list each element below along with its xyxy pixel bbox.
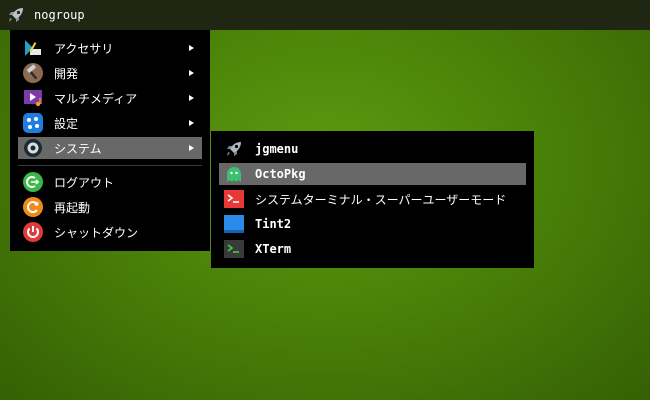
menu-item-development[interactable]: 開発: [18, 62, 202, 84]
menu-item-accessories[interactable]: アクセサリ: [18, 37, 202, 59]
menu-item-label: マルチメディア: [54, 91, 138, 106]
submenu-item-xterm[interactable]: XTerm: [219, 238, 526, 260]
system-submenu: jgmenu OctoPkg システムターミナル・スーパーユーザーモード Tin…: [211, 131, 534, 268]
development-hammer-icon: [23, 63, 43, 83]
system-gear-icon: [24, 139, 42, 157]
logout-icon: [23, 172, 43, 192]
menu-item-logout[interactable]: ログアウト: [18, 171, 202, 193]
submenu-item-root-terminal[interactable]: システムターミナル・スーパーユーザーモード: [219, 188, 526, 210]
rocket-icon[interactable]: [6, 5, 26, 25]
menu-item-multimedia[interactable]: マルチメディア: [18, 87, 202, 109]
submenu-arrow-icon: [189, 70, 194, 76]
submenu-arrow-icon: [189, 145, 194, 151]
rocket-icon: [227, 142, 241, 156]
menu-item-label: 再起動: [54, 200, 91, 215]
settings-icon: [23, 113, 43, 133]
power-icon: [23, 222, 43, 242]
submenu-item-jgmenu[interactable]: jgmenu: [219, 138, 526, 160]
submenu-item-label: XTerm: [255, 242, 292, 256]
menu-separator: [18, 165, 202, 166]
menu-item-label: アクセサリ: [54, 41, 114, 56]
restart-icon: [23, 197, 43, 217]
menu-item-shutdown[interactable]: シャットダウン: [18, 221, 202, 243]
xterm-icon: [224, 240, 244, 258]
submenu-item-octopkg[interactable]: OctoPkg: [219, 163, 526, 185]
taskbar: nogroup: [0, 0, 650, 30]
menu-item-label: 設定: [54, 116, 79, 131]
submenu-item-label: Tint2: [255, 217, 292, 231]
submenu-item-label: OctoPkg: [255, 167, 306, 181]
root-terminal-icon: [224, 190, 244, 208]
menu-item-settings[interactable]: 設定: [18, 112, 202, 134]
menu-item-label: シャットダウン: [54, 225, 139, 240]
submenu-arrow-icon: [189, 120, 194, 126]
tint2-panel-icon: [224, 215, 244, 233]
taskbar-title: nogroup: [34, 8, 85, 22]
multimedia-icon: [24, 90, 42, 107]
submenu-arrow-icon: [189, 45, 194, 51]
accessories-icon: [25, 40, 41, 56]
main-menu: アクセサリ 開発 マルチメディア 設定 システム ログアウト 再起動 シャットダ…: [10, 30, 210, 251]
menu-item-system[interactable]: システム: [18, 137, 202, 159]
submenu-arrow-icon: [189, 95, 194, 101]
octopkg-icon: [227, 167, 241, 182]
submenu-item-tint2[interactable]: Tint2: [219, 213, 526, 235]
menu-item-label: 開発: [54, 66, 79, 81]
menu-item-label: システム: [54, 141, 102, 156]
menu-item-restart[interactable]: 再起動: [18, 196, 202, 218]
submenu-item-label: システムターミナル・スーパーユーザーモード: [255, 192, 507, 207]
menu-item-label: ログアウト: [54, 175, 115, 190]
submenu-item-label: jgmenu: [255, 142, 299, 156]
